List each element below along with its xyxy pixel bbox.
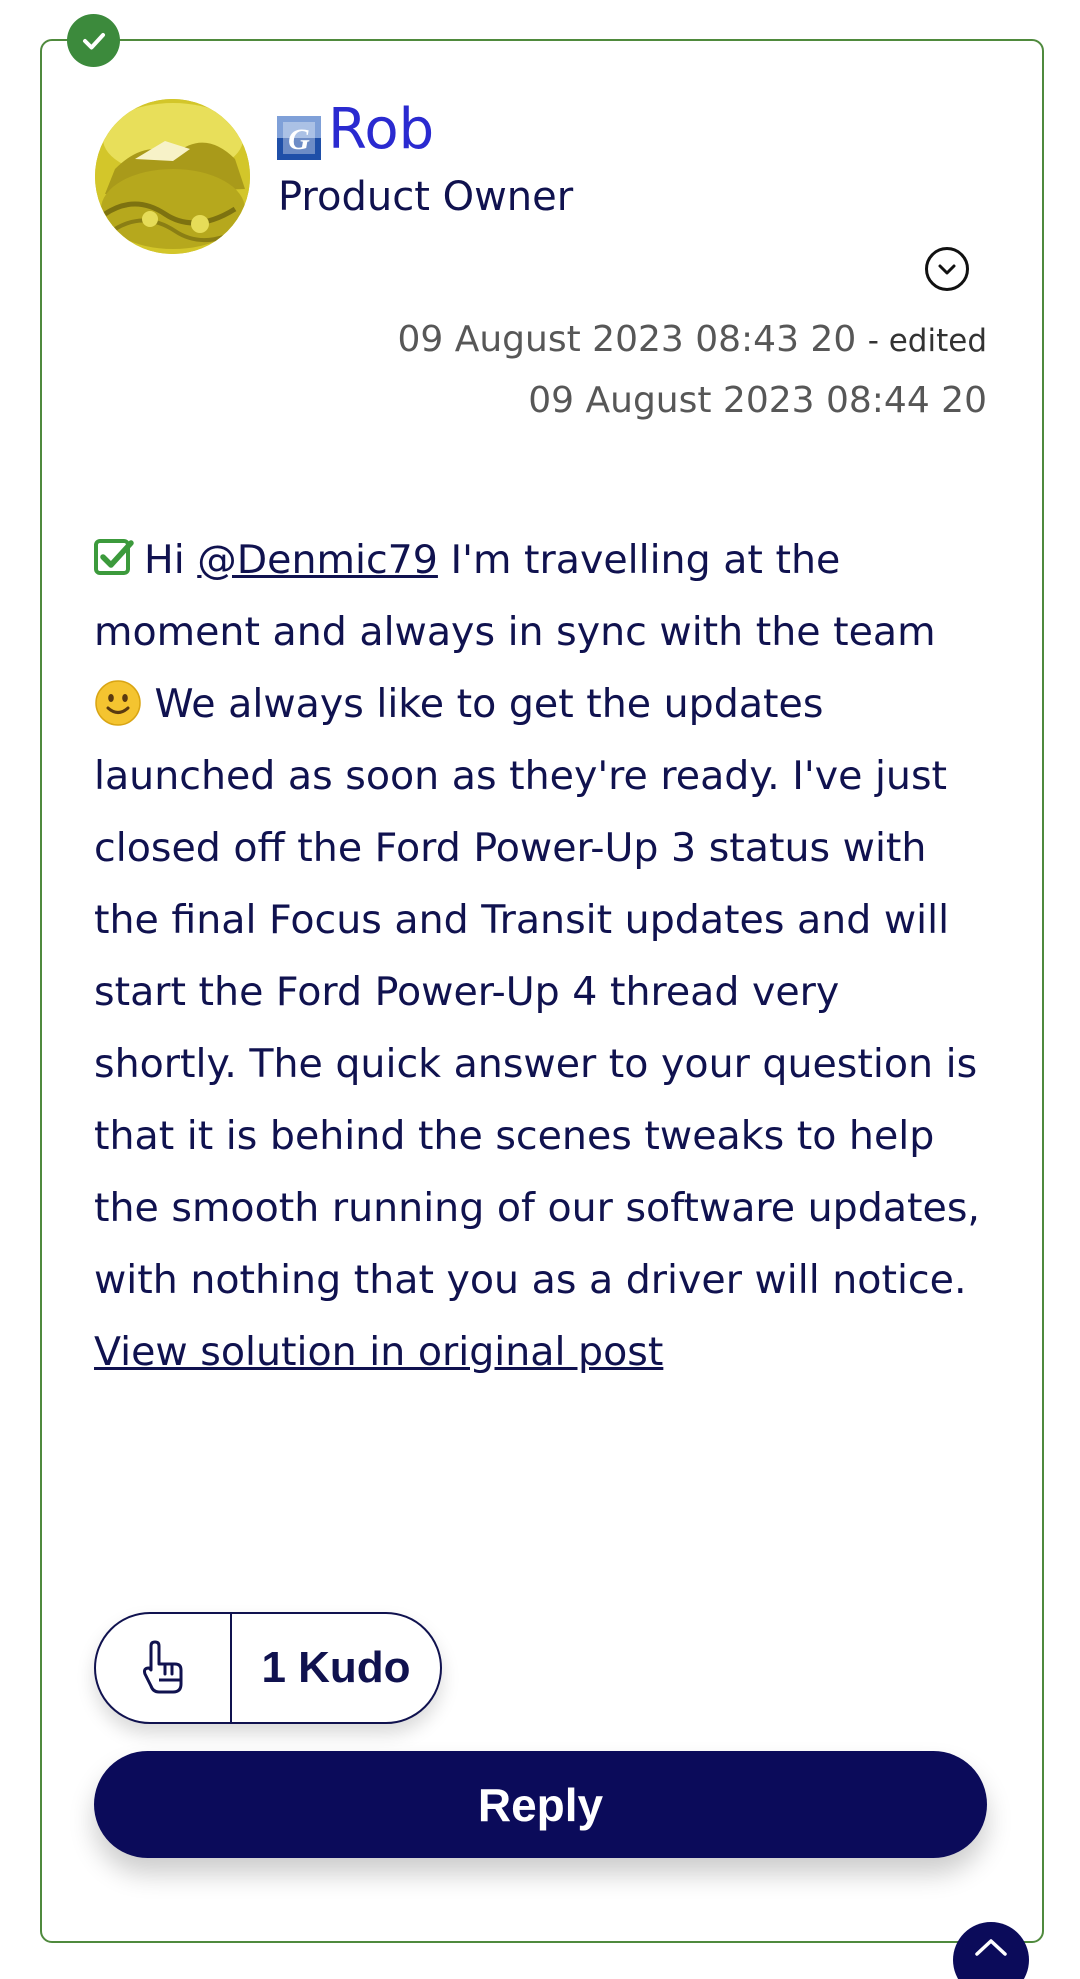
chevron-up-icon — [975, 1939, 1007, 1956]
user-mention-link[interactable]: @Denmic79 — [197, 537, 438, 583]
accepted-solution-badge — [67, 14, 120, 67]
post-text-part-2: We always like to get the updates launch… — [94, 681, 980, 1303]
kudos-widget: 1 Kudo — [94, 1612, 442, 1724]
post-body: Hi @Denmic79 I'm travelling at the momen… — [94, 524, 994, 1388]
chevron-down-icon — [938, 264, 956, 275]
author-name-link[interactable]: Rob — [328, 96, 434, 164]
kudos-count[interactable]: 1 Kudo — [232, 1614, 440, 1722]
give-kudo-button[interactable] — [96, 1614, 232, 1722]
ford-rank-icon: G — [277, 116, 321, 160]
reply-button[interactable]: Reply — [94, 1751, 987, 1858]
author-role: Product Owner — [278, 174, 574, 220]
check-box-icon — [94, 539, 134, 575]
page: G Rob Product Owner 09 August 2023 08:43… — [0, 0, 1080, 1979]
checkmark-icon — [82, 32, 105, 49]
post-date-text: 09 August 2023 08:43 20 — [397, 319, 857, 360]
thumbs-up-icon — [143, 1640, 183, 1694]
avatar[interactable] — [95, 99, 250, 254]
edited-label: - edited — [867, 323, 987, 359]
greeting-text: Hi — [144, 537, 198, 583]
edited-date: 09 August 2023 08:44 20 — [528, 380, 987, 421]
view-solution-link[interactable]: View solution in original post — [94, 1316, 663, 1388]
post-options-menu[interactable] — [925, 247, 969, 291]
smiley-emoji-icon — [95, 680, 141, 726]
avatar-image — [95, 99, 250, 254]
post-date: 09 August 2023 08:43 20 - edited — [397, 315, 987, 366]
svg-text:G: G — [288, 123, 310, 156]
